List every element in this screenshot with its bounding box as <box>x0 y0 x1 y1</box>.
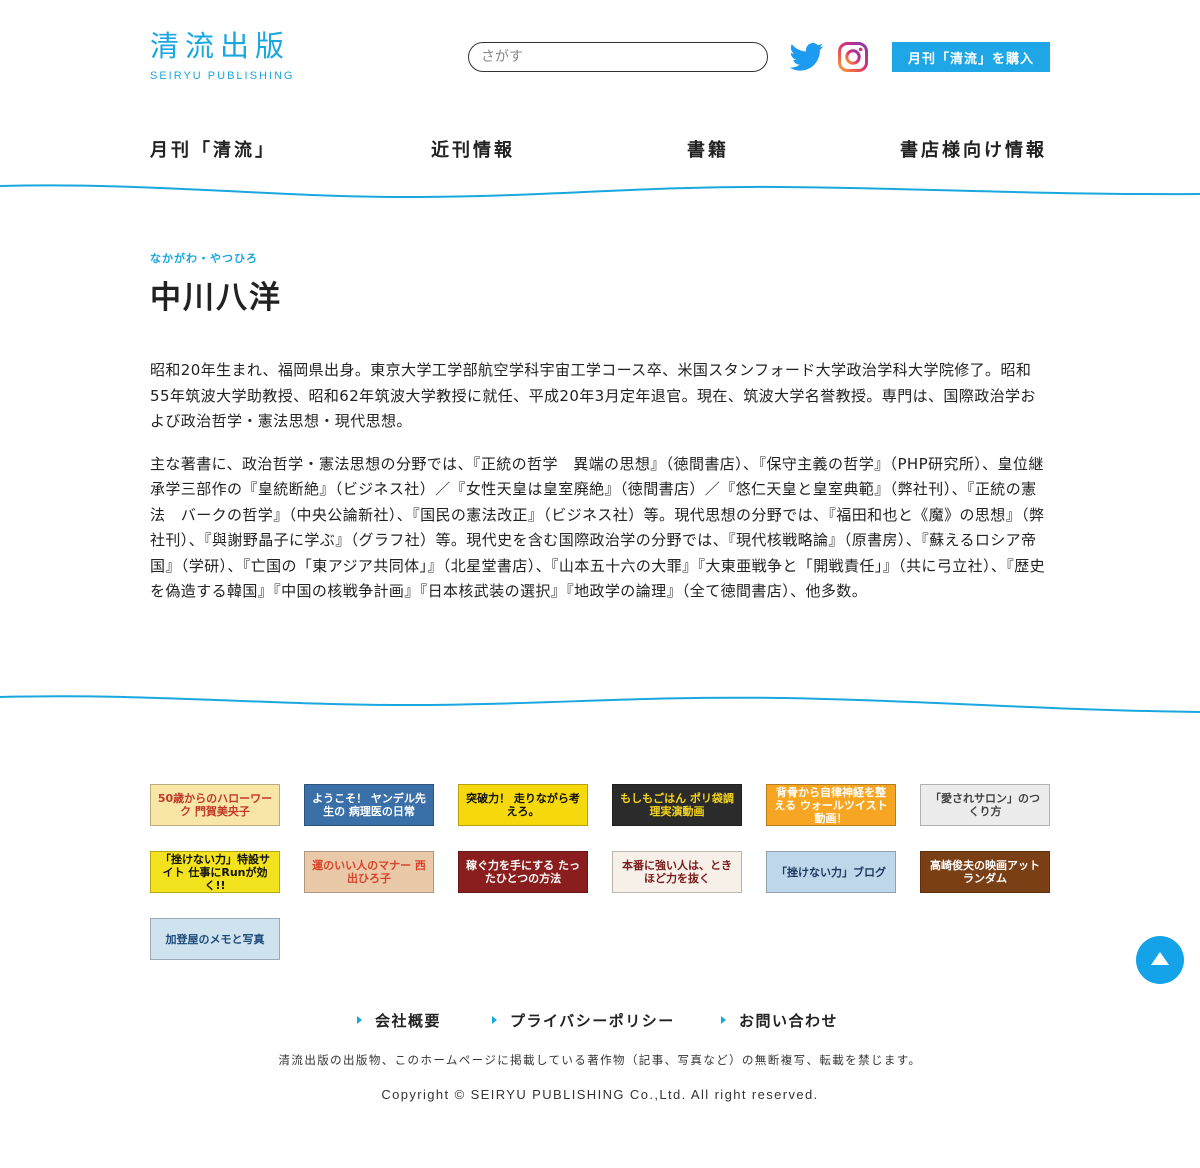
footer-link-contact-label: お問い合わせ <box>739 1012 839 1030</box>
author-name-reading: なかがわ・やつひろ <box>150 252 258 265</box>
author-name: 中川八洋 <box>150 280 282 316</box>
banner-autonomic-nerves[interactable]: 背骨から自律神経を整える ウォールツイスト動画！ <box>766 784 896 826</box>
back-to-top-button[interactable] <box>1136 936 1184 984</box>
nav-item-monthly-seiryu[interactable]: 月刊「清流」 <box>150 136 276 162</box>
banner-beloved-salon[interactable]: 「愛されサロン」のつくり方 <box>920 784 1050 826</box>
arrow-up-icon <box>1151 952 1169 965</box>
twitter-bird-icon[interactable] <box>790 42 824 72</box>
author-biography: 昭和20年生まれ、福岡県出身。東京大学工学部航空学科宇宙工学コース卒、米国スタン… <box>150 358 1050 622</box>
banner-hello-work[interactable]: 50歳からのハローワーク 門賀美央子 <box>150 784 280 826</box>
caret-right-icon <box>721 1015 726 1024</box>
banner-movie-random[interactable]: 高崎俊夫の映画アットランダム <box>920 851 1050 893</box>
bio-paragraph-works: 主な著書に、政治哲学・憲法思想の分野では、『正統の哲学 異端の思想』（徳間書店）… <box>150 454 1046 601</box>
logo-english: SEIRYU PUBLISHING <box>150 70 295 82</box>
nav-item-books[interactable]: 書籍 <box>687 136 729 162</box>
banner-lucky-manners[interactable]: 運のいい人のマナー 西出ひろ子 <box>304 851 434 893</box>
banner-pathologist[interactable]: ようこそ！ ヤンデル先生の 病理医の日常 <box>304 784 434 826</box>
copyright: Copyright © SEIRYU PUBLISHING Co.,Ltd. A… <box>381 1087 819 1102</box>
nav-item-upcoming[interactable]: 近刊情報 <box>431 136 515 162</box>
footer-link-contact[interactable]: お問い合わせ <box>721 1010 838 1031</box>
instagram-icon[interactable] <box>837 41 869 73</box>
site-logo[interactable]: 清流出版 SEIRYU PUBLISHING <box>150 28 294 82</box>
banner-breakthrough[interactable]: 突破力！ 走りながら考えろ。 <box>458 784 588 826</box>
wave-divider-top <box>0 184 1200 199</box>
footer-link-privacy-label: プライバシーポリシー <box>510 1012 675 1030</box>
caret-right-icon <box>357 1015 362 1024</box>
logo-japanese: 清流出版 <box>150 29 291 63</box>
banner-unbreakable-site[interactable]: 「挫けない力」特設サイト 仕事にRunが効く!! <box>150 851 280 893</box>
footer-link-privacy[interactable]: プライバシーポリシー <box>492 1010 675 1031</box>
search-input[interactable] <box>468 42 768 72</box>
wave-divider-bottom <box>0 695 1200 713</box>
author-header: なかがわ・やつひろ 中川八洋 <box>150 250 1050 317</box>
footer-link-company-label: 会社概要 <box>375 1012 442 1030</box>
site-header: 清流出版 SEIRYU PUBLISHING 月刊「清流」を購入 <box>0 0 1200 110</box>
banner-memo-photo[interactable]: 加登屋のメモと写真 <box>150 918 280 960</box>
footer-link-company[interactable]: 会社概要 <box>357 1010 441 1031</box>
nav-item-bookstores[interactable]: 書店様向け情報 <box>900 136 1047 162</box>
buy-magazine-button[interactable]: 月刊「清流」を購入 <box>892 42 1050 72</box>
copyright-notice: 清流出版の出版物、このホームページに掲載している著作物（記事、写真など）の無断複… <box>278 1053 922 1067</box>
caret-right-icon <box>492 1015 497 1024</box>
bio-paragraph-career: 昭和20年生まれ、福岡県出身。東京大学工学部航空学科宇宙工学コース卒、米国スタン… <box>150 361 1036 430</box>
banner-unbreakable-blog[interactable]: 「挫けない力」ブログ <box>766 851 896 893</box>
main-nav: 月刊「清流」 近刊情報 書籍 書店様向け情報 <box>150 136 1050 164</box>
banner-relax-performance[interactable]: 本番に強い人は、ときほど力を抜く <box>612 851 742 893</box>
banner-emergency-cooking[interactable]: もしもごはん ポリ袋調理実演動画 <box>612 784 742 826</box>
banner-earning-power[interactable]: 稼ぐ力を手にする たったひとつの方法 <box>458 851 588 893</box>
footer-links: 会社概要 プライバシーポリシー お問い合わせ <box>0 1010 1200 1032</box>
